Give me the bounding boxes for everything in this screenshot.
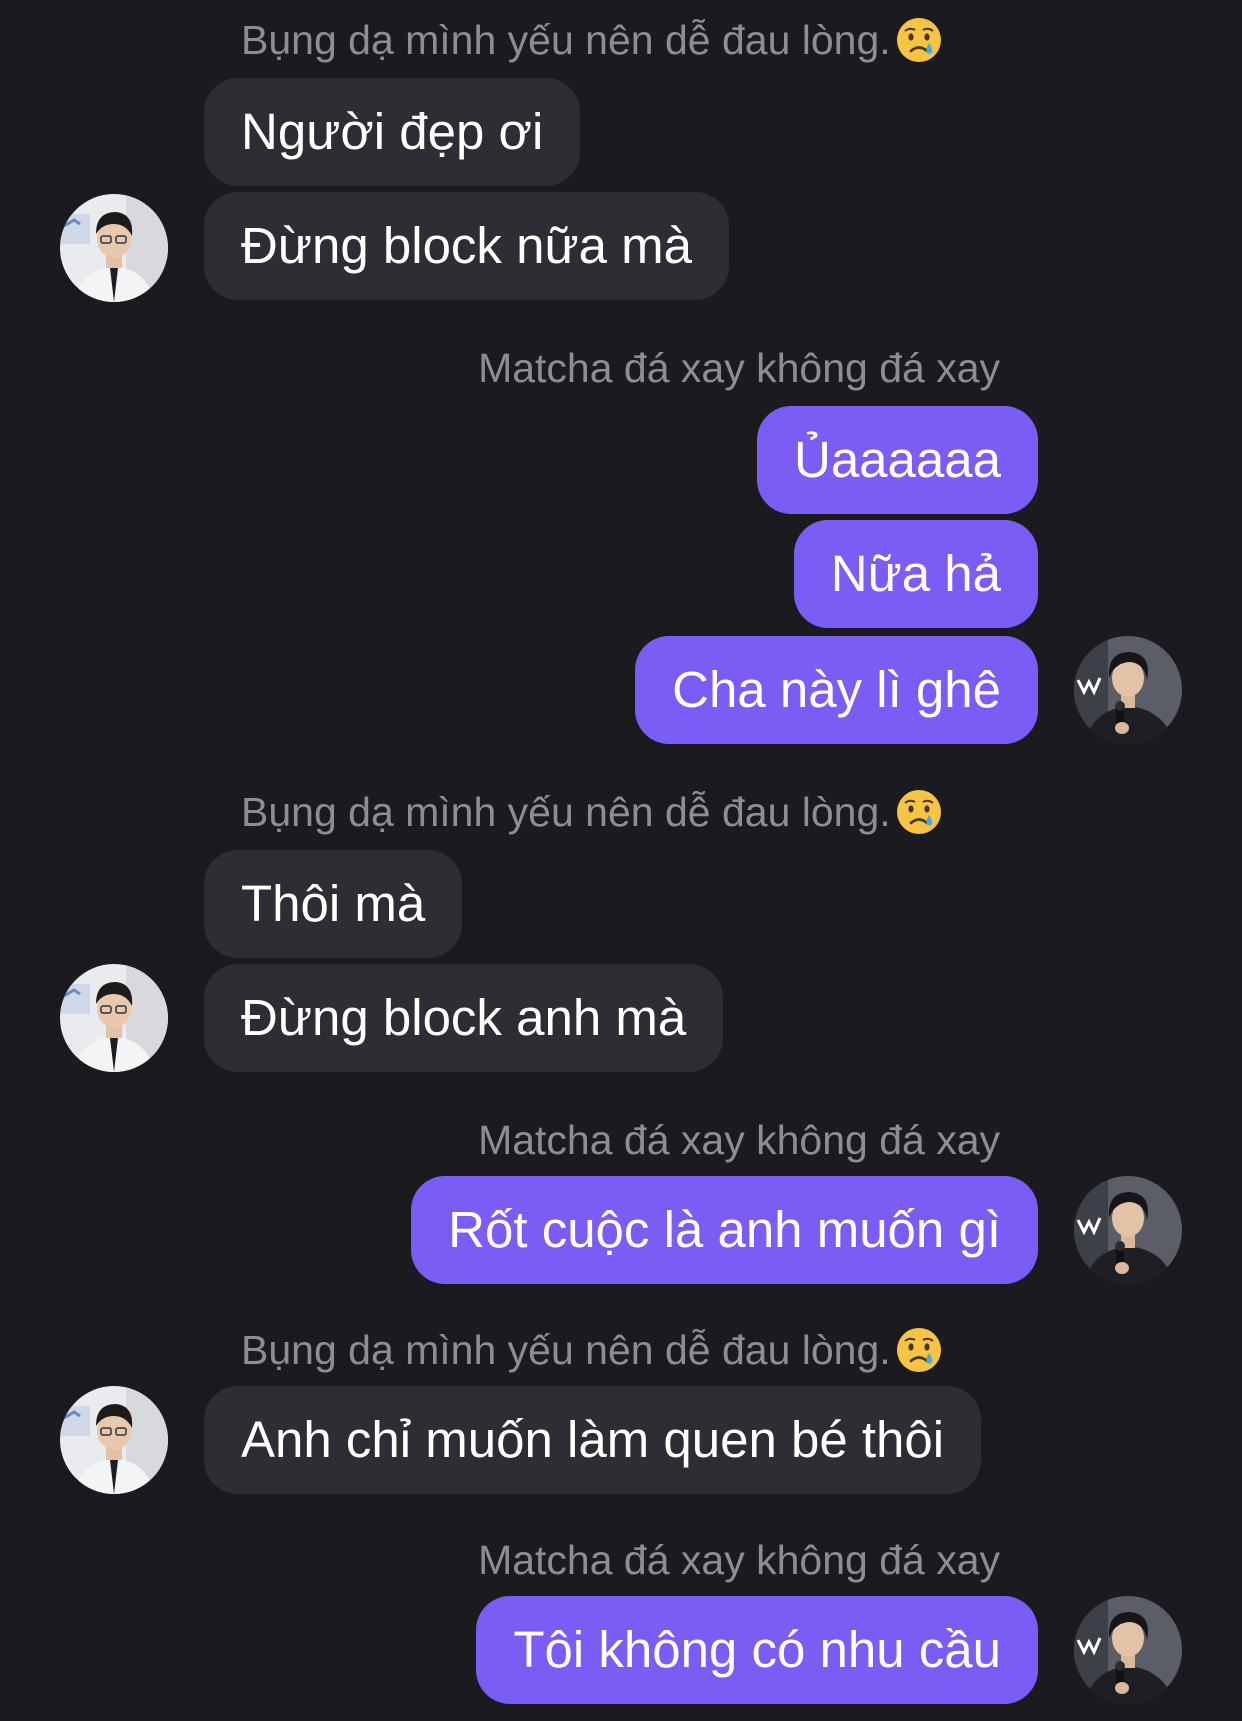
message-bubble-outgoing[interactable]: Ủaaaaaa xyxy=(756,406,1038,514)
crying-face-icon xyxy=(895,1326,943,1374)
message-bubble-incoming[interactable]: Anh chỉ muốn làm quen bé thôi xyxy=(204,1386,982,1494)
sender-name-text: Bụng dạ mình yếu nên dễ đau lòng. xyxy=(241,789,891,835)
message-bubble-incoming[interactable]: Đừng block nữa mà xyxy=(204,192,729,300)
avatar-self[interactable] xyxy=(1074,636,1182,744)
message-bubble-incoming[interactable]: Người đẹp ơi xyxy=(204,78,581,186)
message-bubble-outgoing[interactable]: Cha này lì ghê xyxy=(635,636,1038,744)
crying-face-icon xyxy=(895,16,943,64)
avatar-self[interactable] xyxy=(1074,1176,1182,1284)
avatar-other[interactable] xyxy=(60,1386,168,1494)
message-bubble-outgoing[interactable]: Rốt cuộc là anh muốn gì xyxy=(411,1176,1038,1284)
crying-face-icon xyxy=(895,788,943,836)
sender-name-self: Matcha đá xay không đá xay xyxy=(478,345,1000,391)
message-bubble-outgoing[interactable]: Nữa hả xyxy=(793,520,1038,628)
message-bubble-outgoing[interactable]: Tôi không có nhu cầu xyxy=(476,1596,1038,1704)
message-bubble-incoming[interactable]: Thôi mà xyxy=(204,850,463,958)
sender-name-text: Bụng dạ mình yếu nên dễ đau lòng. xyxy=(241,1327,891,1373)
sender-name-other: Bụng dạ mình yếu nên dễ đau lòng. xyxy=(241,16,943,64)
sender-name-other: Bụng dạ mình yếu nên dễ đau lòng. xyxy=(241,788,943,836)
sender-name-text: Bụng dạ mình yếu nên dễ đau lòng. xyxy=(241,17,891,63)
avatar-self[interactable] xyxy=(1074,1596,1182,1704)
sender-name-self: Matcha đá xay không đá xay xyxy=(478,1537,1000,1583)
chat-thread[interactable]: Bụng dạ mình yếu nên dễ đau lòng. Người … xyxy=(0,0,1242,1721)
sender-name-other: Bụng dạ mình yếu nên dễ đau lòng. xyxy=(241,1326,943,1374)
avatar-other[interactable] xyxy=(60,194,168,302)
message-bubble-incoming[interactable]: Đừng block anh mà xyxy=(204,964,724,1072)
sender-name-self: Matcha đá xay không đá xay xyxy=(478,1117,1000,1163)
avatar-other[interactable] xyxy=(60,964,168,1072)
